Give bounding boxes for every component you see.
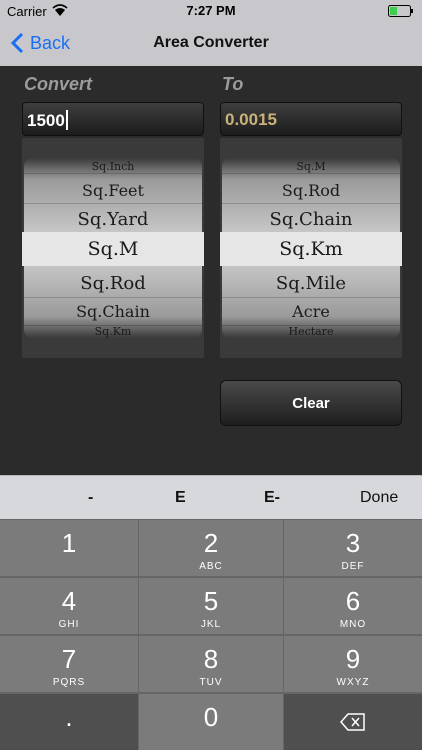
picker-row[interactable]: Sq.M (222, 158, 400, 174)
exponent-key[interactable]: E (175, 489, 186, 507)
key-letters: MNO (339, 619, 367, 630)
key-digit: 0 (203, 702, 219, 732)
key-letters: WXYZ (336, 677, 370, 688)
input-value: 1500 (27, 111, 65, 130)
to-selected-row[interactable]: Sq.Km (220, 232, 402, 266)
text-caret (65, 110, 68, 130)
key-5[interactable]: 5 JKL (139, 578, 283, 634)
battery-icon (388, 5, 413, 17)
key-digit: . (65, 702, 73, 732)
from-selected-unit: Sq.M (87, 238, 139, 260)
top-bar: Carrier 7:27 PM Back Area Converter (0, 0, 422, 66)
from-unit-picker[interactable]: Sq.Inch Sq.Feet Sq.Yard Sq.Rod Sq.Chain … (22, 138, 204, 358)
picker-row[interactable]: Sq.Km (24, 326, 202, 338)
page-title: Area Converter (153, 34, 269, 51)
key-8[interactable]: 8 TUV (139, 636, 283, 692)
key-letters: JKL (200, 619, 222, 630)
key-decimal[interactable]: . (0, 694, 138, 750)
key-9[interactable]: 9 WXYZ (284, 636, 422, 692)
picker-row[interactable]: Sq.Rod (24, 268, 202, 298)
output-value-field: 0.0015 (220, 102, 402, 136)
picker-row[interactable]: Sq.Rod (222, 174, 400, 204)
key-digit: 7 (61, 644, 77, 674)
key-0[interactable]: 0 (139, 694, 283, 750)
key-digit: 6 (345, 586, 361, 616)
picker-row[interactable]: Sq.Chain (24, 298, 202, 326)
convert-label: Convert (24, 74, 93, 94)
to-unit-picker[interactable]: Sq.M Sq.Rod Sq.Chain Sq.Mile Acre Hectar… (220, 138, 402, 358)
key-6[interactable]: 6 MNO (284, 578, 422, 634)
key-letters: ABC (199, 561, 223, 572)
key-digit: 2 (203, 528, 219, 558)
exponent-minus-key[interactable]: E- (264, 489, 280, 507)
clear-button[interactable]: Clear (220, 380, 402, 426)
key-letters: GHI (58, 619, 80, 630)
picker-row[interactable]: Hectare (222, 326, 400, 338)
status-bar: Carrier 7:27 PM (0, 0, 422, 22)
key-3[interactable]: 3 DEF (284, 520, 422, 576)
key-7[interactable]: 7 PQRS (0, 636, 138, 692)
backspace-icon (340, 713, 365, 731)
picker-row[interactable]: Sq.Inch (24, 158, 202, 174)
done-button[interactable]: Done (360, 489, 398, 507)
picker-row[interactable]: Acre (222, 298, 400, 326)
input-value-field[interactable]: 1500 (22, 102, 204, 136)
to-selected-unit: Sq.Km (279, 238, 343, 260)
number-keypad: 1 2 ABC 3 DEF 4 GHI 5 JKL 6 MNO 7 PQRS 8… (0, 519, 422, 750)
key-digit: 9 (345, 644, 361, 674)
key-4[interactable]: 4 GHI (0, 578, 138, 634)
keyboard-accessory-bar: - E E- Done (0, 475, 422, 519)
key-digit: 1 (61, 528, 77, 558)
key-letters: TUV (199, 677, 223, 688)
output-value: 0.0015 (225, 110, 277, 129)
to-label: To (222, 74, 244, 94)
navigation-bar: Back Area Converter (0, 22, 422, 66)
status-time: 7:27 PM (186, 3, 236, 18)
from-selected-row[interactable]: Sq.M (22, 232, 204, 266)
picker-row[interactable]: Sq.Mile (222, 268, 400, 298)
delete-key[interactable] (284, 694, 422, 750)
key-digit: 3 (345, 528, 361, 558)
minus-key[interactable]: - (88, 489, 93, 507)
key-2[interactable]: 2 ABC (139, 520, 283, 576)
picker-row[interactable]: Sq.Feet (24, 174, 202, 204)
key-letters: PQRS (52, 677, 86, 688)
key-letters: DEF (341, 561, 365, 572)
picker-row[interactable]: Sq.Yard (24, 204, 202, 234)
key-digit: 4 (61, 586, 77, 616)
picker-row[interactable]: Sq.Chain (222, 204, 400, 234)
key-1[interactable]: 1 (0, 520, 138, 576)
key-digit: 8 (203, 644, 219, 674)
key-digit: 5 (203, 586, 219, 616)
